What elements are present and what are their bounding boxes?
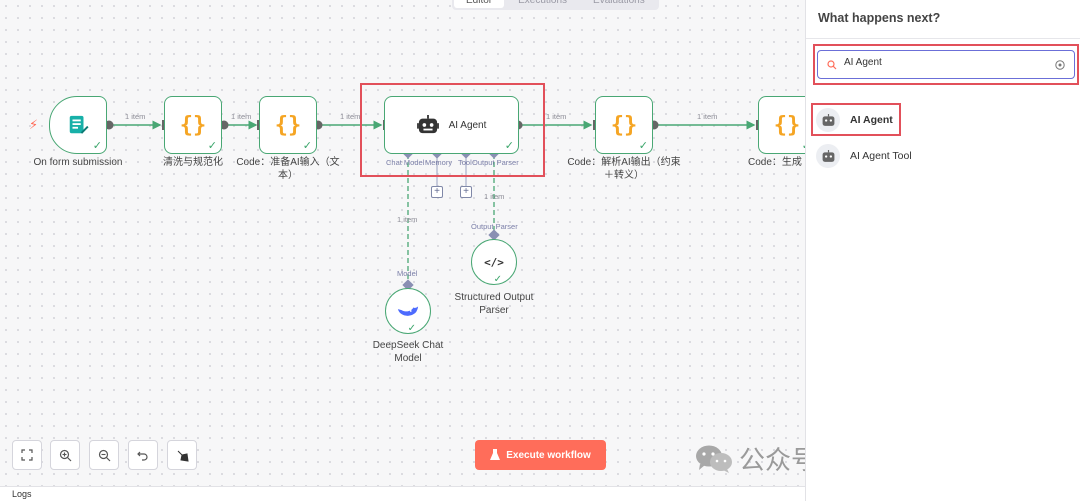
node-creator-panel: What happens next? AI Agent AI Agent AI … [805, 0, 1080, 501]
node-code-clean[interactable]: {} ✓ [164, 96, 222, 154]
fit-view-icon [21, 449, 33, 461]
flask-icon [490, 449, 501, 460]
port-label-model: Model [397, 269, 418, 278]
execute-workflow-button[interactable]: Execute workflow [475, 440, 606, 470]
zoom-out-button[interactable] [89, 440, 119, 470]
node-label: Code：解析AI输出（约束 ＋转义） [561, 156, 687, 182]
execute-workflow-label: Execute workflow [506, 449, 591, 461]
zoom-in-button[interactable] [50, 440, 80, 470]
zoom-out-icon [98, 449, 110, 461]
success-check-icon: ✓ [407, 323, 416, 334]
fit-view-button[interactable] [12, 440, 42, 470]
node-label: DeepSeek Chat Model [358, 339, 458, 365]
node-label: Code：生成 [748, 157, 802, 168]
trigger-bolt-icon: ⚡ [29, 117, 39, 132]
edge-item-count: 1 item [125, 112, 146, 121]
panel-title: What happens next? [818, 11, 941, 25]
node-label-line: ＋转义） [604, 170, 644, 181]
zoom-in-icon [59, 449, 71, 461]
edge-item-count: 1 item [484, 192, 505, 201]
code-braces-icon: {} [274, 112, 302, 138]
watermark-text: 公众号 · 茉茉AI智能体 [739, 446, 805, 476]
code-braces-icon: {} [773, 112, 801, 138]
result-label: AI Agent [850, 114, 893, 126]
robot-icon [816, 144, 840, 168]
code-braces-icon: {} [610, 112, 638, 138]
node-label: Structured Output Parser [444, 291, 544, 317]
form-icon [69, 115, 89, 134]
node-code-parse[interactable]: {} ✓ [595, 96, 653, 154]
search-icon [827, 60, 837, 70]
divider [806, 38, 1080, 39]
edge-item-count: 1 item [397, 215, 418, 224]
code-braces-icon: {} [179, 112, 207, 138]
connection-layer [104, 120, 759, 291]
result-item-ai-agent[interactable]: AI Agent [816, 105, 893, 135]
search-input[interactable] [844, 57, 1044, 68]
edge-item-count: 1 item [546, 112, 567, 121]
result-label: AI Agent Tool [850, 150, 912, 162]
code-tag-icon: </> [484, 255, 504, 269]
workflow-canvas[interactable]: Editor Executions Evaluations ⚡ ✓ On for… [0, 0, 805, 486]
success-check-icon: ✓ [493, 274, 502, 285]
node-label-line: 本） [278, 170, 298, 181]
add-memory-button[interactable]: + [431, 186, 443, 198]
node-label-line: DeepSeek Chat [372, 340, 444, 351]
node-label-line: Structured Output [454, 292, 534, 303]
wechat-icon [696, 445, 732, 473]
node-code-prepare[interactable]: {} ✓ [259, 96, 317, 154]
node-deepseek-model[interactable]: ✓ [385, 288, 431, 334]
success-check-icon: ✓ [207, 140, 217, 152]
node-label-line: Code：准备AI输入（文 [236, 157, 340, 168]
node-structured-parser[interactable]: </> ✓ [471, 239, 517, 285]
undo-icon [137, 451, 148, 461]
highlight-annotation [360, 83, 545, 177]
add-tool-button[interactable]: + [460, 186, 472, 198]
deepseek-whale-icon [397, 306, 419, 316]
clear-search-icon[interactable] [1055, 60, 1065, 70]
logs-label: Logs [12, 489, 32, 499]
edge-item-count: 1 item [697, 112, 718, 121]
success-check-icon: ✓ [638, 140, 648, 152]
node-label: On form submission [33, 157, 123, 168]
edge-item-count: 1 item [231, 112, 252, 121]
node-label: Code：准备AI输入（文 本） [228, 156, 348, 182]
reset-zoom-button[interactable] [128, 440, 158, 470]
robot-icon [816, 108, 840, 132]
node-label-line: Parser [479, 305, 509, 316]
wechat-watermark: 公众号 · 茉茉AI智能体 [695, 440, 805, 477]
node-label-line: Model [394, 353, 422, 364]
tidy-up-button[interactable] [167, 440, 197, 470]
port-label-parser: Output Parser [471, 222, 518, 231]
node-form-trigger[interactable]: ✓ [49, 96, 107, 154]
success-check-icon: ✓ [92, 140, 102, 152]
broom-icon [177, 450, 189, 462]
edge-item-count: 1 item [340, 112, 361, 121]
node-label-line: Code：解析AI输出（约束 [567, 157, 681, 168]
success-check-icon: ✓ [302, 140, 312, 152]
search-field[interactable] [817, 50, 1075, 79]
logs-panel-toggle[interactable]: Logs [0, 486, 805, 501]
node-code-generate[interactable]: {} ✓ [758, 96, 805, 154]
result-item-ai-agent-tool[interactable]: AI Agent Tool [816, 141, 912, 171]
